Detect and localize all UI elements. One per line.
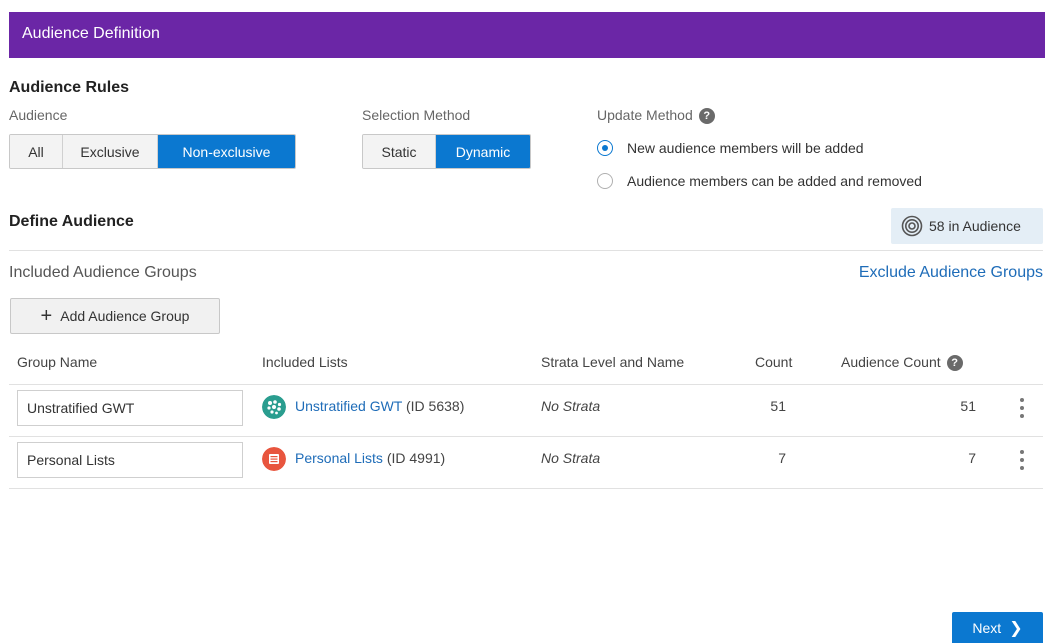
row-menu-kebab-icon[interactable] <box>1019 450 1025 470</box>
audience-count-value: 51 <box>960 398 976 414</box>
group-name-field[interactable]: Unstratified GWT <box>17 390 243 426</box>
selection-option-dynamic[interactable]: Dynamic <box>436 135 530 168</box>
dots-cluster-icon <box>262 395 286 419</box>
included-groups-label: Included Audience Groups <box>9 264 197 281</box>
exclude-audience-groups-link[interactable]: Exclude Audience Groups <box>859 264 1043 282</box>
included-list: Unstratified GWT (ID 5638) <box>295 398 464 414</box>
column-header-group-name: Group Name <box>17 354 98 370</box>
next-button[interactable]: Next ❯ <box>952 612 1043 643</box>
list-name-link[interactable]: Unstratified GWT <box>295 398 402 414</box>
list-id: (ID 4991) <box>386 450 446 466</box>
radio-checked-icon[interactable] <box>597 140 613 156</box>
table-header-divider <box>9 384 1043 385</box>
audience-count-badge: 58 in Audience <box>891 208 1043 244</box>
count-value: 51 <box>770 398 786 414</box>
audience-segmented-control: All Exclusive Non-exclusive <box>9 134 296 169</box>
plus-icon: + <box>40 305 53 327</box>
radio-unchecked-icon[interactable] <box>597 173 613 189</box>
selection-option-static[interactable]: Static <box>363 135 436 168</box>
row-divider <box>9 488 1043 489</box>
strata-value: No Strata <box>541 450 601 466</box>
update-option-add-only-label: New audience members will be added <box>627 140 864 156</box>
update-option-add-remove-label: Audience members can be added and remove… <box>627 173 922 189</box>
selection-method-segmented-control: Static Dynamic <box>362 134 531 169</box>
help-icon[interactable]: ? <box>698 108 715 124</box>
column-header-count: Count <box>755 354 793 370</box>
chevron-right-icon: ❯ <box>1009 619 1023 637</box>
define-audience-heading: Define Audience <box>9 213 134 230</box>
add-audience-group-label: Add Audience Group <box>60 308 190 324</box>
included-list: Personal Lists (ID 4991) <box>295 450 445 466</box>
update-option-add-remove[interactable]: Audience members can be added and remove… <box>597 173 922 189</box>
column-header-included-lists: Included Lists <box>262 354 348 370</box>
list-name-link[interactable]: Personal Lists <box>295 450 383 466</box>
list-id: (ID 5638) <box>406 398 465 414</box>
audience-option-non-exclusive[interactable]: Non-exclusive <box>158 135 295 168</box>
strata-value: No Strata <box>541 398 601 414</box>
audience-rules-heading: Audience Rules <box>9 79 130 96</box>
selection-method-label: Selection Method <box>362 107 471 123</box>
add-audience-group-button[interactable]: + Add Audience Group <box>10 298 220 334</box>
next-button-label: Next <box>972 619 1002 636</box>
group-name-field[interactable]: Personal Lists <box>17 442 243 478</box>
update-method-label-text: Update Method <box>597 107 693 123</box>
page-title: Audience Definition <box>22 25 160 42</box>
row-divider <box>9 436 1043 437</box>
update-method-label: Update Method? <box>597 107 715 124</box>
row-menu-kebab-icon[interactable] <box>1019 398 1025 418</box>
count-value: 7 <box>778 450 786 466</box>
audience-label: Audience <box>9 107 68 123</box>
update-option-add-only[interactable]: New audience members will be added <box>597 140 864 156</box>
column-header-audience-count: Audience Count? <box>841 354 963 371</box>
audience-option-exclusive[interactable]: Exclusive <box>63 135 158 168</box>
column-header-strata: Strata Level and Name <box>541 354 685 370</box>
audience-option-all[interactable]: All <box>10 135 63 168</box>
help-icon[interactable]: ? <box>946 355 963 371</box>
column-header-audience-count-label: Audience Count <box>841 354 941 370</box>
target-icon <box>901 215 923 237</box>
audience-count-text: 58 in Audience <box>929 218 1021 234</box>
divider <box>9 250 1043 251</box>
page-header: Audience Definition <box>9 12 1045 58</box>
list-icon <box>262 447 286 471</box>
audience-count-value: 7 <box>968 450 976 466</box>
